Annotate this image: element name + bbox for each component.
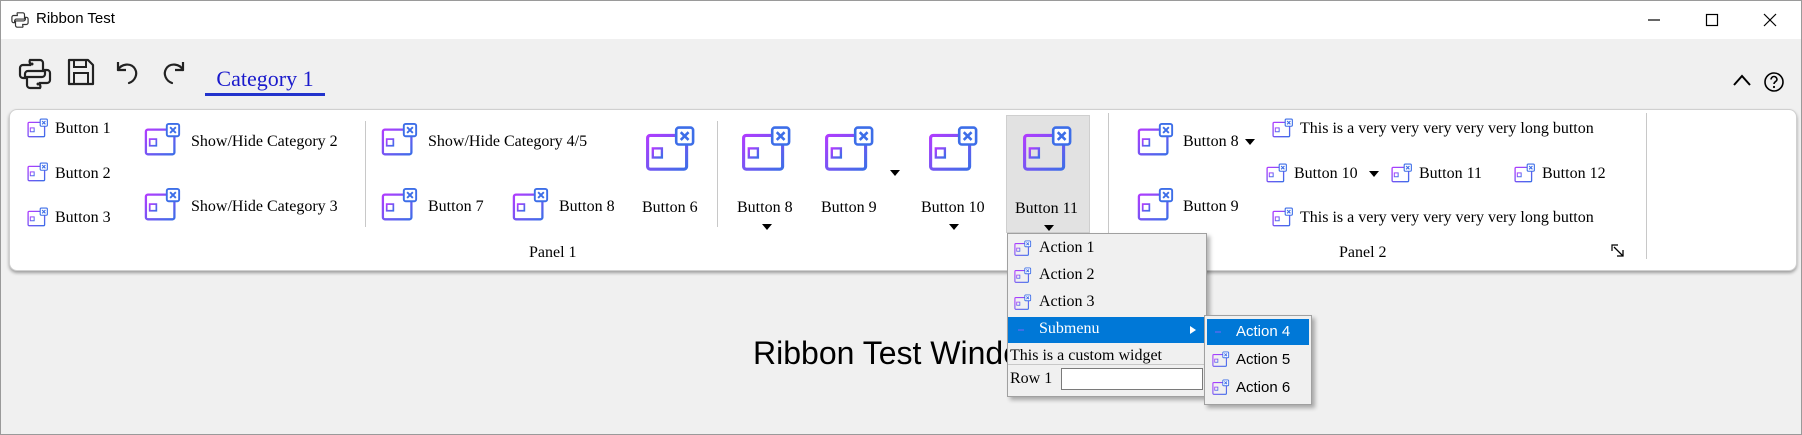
undo-icon[interactable] bbox=[112, 57, 142, 87]
window-icon bbox=[824, 125, 876, 177]
window-icon bbox=[27, 207, 49, 229]
panel-separator bbox=[1646, 113, 1647, 259]
dropdown-caret-icon bbox=[1044, 225, 1054, 231]
close-icon bbox=[1763, 13, 1777, 27]
dropdown-caret-icon bbox=[1369, 171, 1379, 177]
python-icon[interactable] bbox=[18, 57, 52, 91]
window-icon bbox=[1014, 267, 1032, 285]
menu-item-action-1[interactable]: Action 1 bbox=[1008, 236, 1206, 262]
window-icon bbox=[381, 187, 419, 225]
menu-item-action-2[interactable]: Action 2 bbox=[1008, 263, 1206, 289]
window-icon bbox=[645, 125, 697, 177]
window-icon bbox=[928, 125, 980, 177]
window-title: Ribbon Test bbox=[36, 10, 115, 27]
window-icon bbox=[1212, 351, 1230, 369]
maximize-button[interactable] bbox=[1683, 1, 1741, 39]
main-window: Ribbon Test Category 1 Button 1 Button 2… bbox=[0, 0, 1802, 435]
python-logo-icon bbox=[11, 12, 29, 28]
panel-2-title: Panel 2 bbox=[1339, 244, 1387, 261]
redo-icon[interactable] bbox=[159, 57, 189, 87]
button-11-menu: Action 1 Action 2 Action 3 Submenu This … bbox=[1007, 233, 1207, 397]
window-icon bbox=[381, 122, 419, 160]
menu-item-action-6[interactable]: Action 6 bbox=[1207, 375, 1309, 401]
window-icon bbox=[1137, 122, 1175, 160]
submenu-icon bbox=[1018, 329, 1024, 331]
dropdown-caret-icon bbox=[762, 224, 772, 230]
save-icon[interactable] bbox=[66, 57, 96, 87]
collapse-ribbon-icon[interactable] bbox=[1732, 73, 1752, 87]
submenu-popup: Action 4 Action 5 Action 6 bbox=[1204, 315, 1312, 405]
action-icon bbox=[1215, 331, 1221, 333]
separator bbox=[717, 121, 718, 227]
panel-1-title: Panel 1 bbox=[529, 244, 577, 261]
window-icon bbox=[1014, 294, 1032, 312]
close-button[interactable] bbox=[1741, 1, 1799, 39]
window-icon bbox=[1391, 163, 1413, 185]
dropdown-caret-icon bbox=[1245, 139, 1255, 145]
maximize-icon bbox=[1705, 13, 1719, 27]
menu-item-action-3[interactable]: Action 3 bbox=[1008, 290, 1206, 316]
window-icon bbox=[1137, 187, 1175, 225]
menu-separator bbox=[1008, 364, 1206, 365]
title-bar: Ribbon Test bbox=[1, 1, 1801, 39]
minimize-button[interactable] bbox=[1625, 1, 1683, 39]
window-icon bbox=[1212, 379, 1230, 397]
submenu-arrow-icon bbox=[1190, 326, 1196, 334]
dropdown-caret-icon bbox=[949, 224, 959, 230]
menu-item-submenu[interactable]: Submenu bbox=[1008, 317, 1206, 343]
window-icon bbox=[144, 187, 182, 225]
menu-item-action-4[interactable]: Action 4 bbox=[1207, 319, 1309, 345]
window-icon bbox=[1022, 125, 1074, 177]
panel-launcher-icon[interactable] bbox=[1611, 244, 1625, 258]
window-icon bbox=[144, 122, 182, 160]
minimize-icon bbox=[1648, 19, 1660, 21]
menu-item-action-5[interactable]: Action 5 bbox=[1207, 347, 1309, 373]
content-title: Ribbon Test Window bbox=[753, 335, 1045, 371]
dropdown-caret-icon bbox=[890, 170, 900, 176]
window-icon bbox=[512, 187, 550, 225]
window-icon bbox=[27, 118, 49, 140]
help-icon[interactable] bbox=[1763, 71, 1785, 93]
row-1-input[interactable] bbox=[1061, 368, 1203, 390]
window-icon bbox=[1014, 240, 1032, 258]
window-icon bbox=[741, 125, 793, 177]
window-icon bbox=[1514, 163, 1536, 185]
window-icon bbox=[1266, 163, 1288, 185]
window-icon bbox=[27, 162, 49, 184]
separator bbox=[365, 121, 366, 227]
custom-widget-label: This is a custom widget bbox=[1010, 347, 1162, 364]
window-icon bbox=[1272, 207, 1294, 229]
row-1-label: Row 1 bbox=[1010, 370, 1053, 387]
window-icon bbox=[1272, 118, 1294, 140]
tab-category-1[interactable]: Category 1 bbox=[205, 65, 325, 96]
